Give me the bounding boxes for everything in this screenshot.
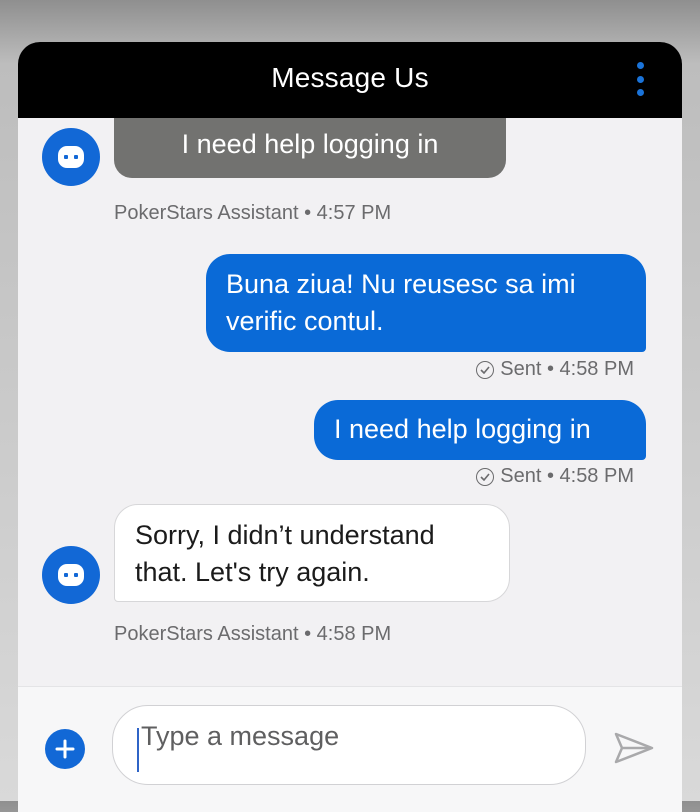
user-message-bubble: I need help logging in [314,400,646,460]
send-arrow-icon[interactable] [614,731,654,770]
bot-avatar-icon [42,546,100,604]
message-input-box[interactable] [112,705,586,785]
bot-avatar-icon [42,128,100,186]
message-meta: PokerStars Assistant • 4:57 PM [114,202,392,224]
chat-window: Message Us I need help logging in PokerS… [18,42,682,812]
message-text: I need help logging in [181,128,439,159]
kebab-menu-icon[interactable] [636,62,644,96]
message-status: Sent • 4:58 PM [476,358,634,381]
message-list[interactable]: I need help logging in PokerStars Assist… [18,118,682,688]
header-title: Message Us [271,62,429,93]
plus-circle-icon[interactable] [45,729,85,769]
message-meta: PokerStars Assistant • 4:58 PM [114,623,392,645]
bot-message-bubble: I need help logging in [114,118,506,178]
status-text: Sent • 4:58 PM [500,465,634,487]
message-text: I need help logging in [334,414,591,444]
message-text: Buna ziua! Nu reusesc sa imi verific con… [226,269,576,336]
status-text: Sent • 4:58 PM [500,358,634,380]
message-input[interactable] [139,720,563,753]
bot-message-bubble: Sorry, I didn’t understand that. Let's t… [114,504,510,602]
sent-check-icon [476,467,495,486]
chat-header: Message Us [18,42,682,118]
message-text: Sorry, I didn’t understand that. Let's t… [135,520,435,587]
message-status: Sent • 4:58 PM [476,465,634,488]
user-message-bubble: Buna ziua! Nu reusesc sa imi verific con… [206,254,646,352]
message-composer [18,686,682,812]
sent-check-icon [476,360,495,379]
